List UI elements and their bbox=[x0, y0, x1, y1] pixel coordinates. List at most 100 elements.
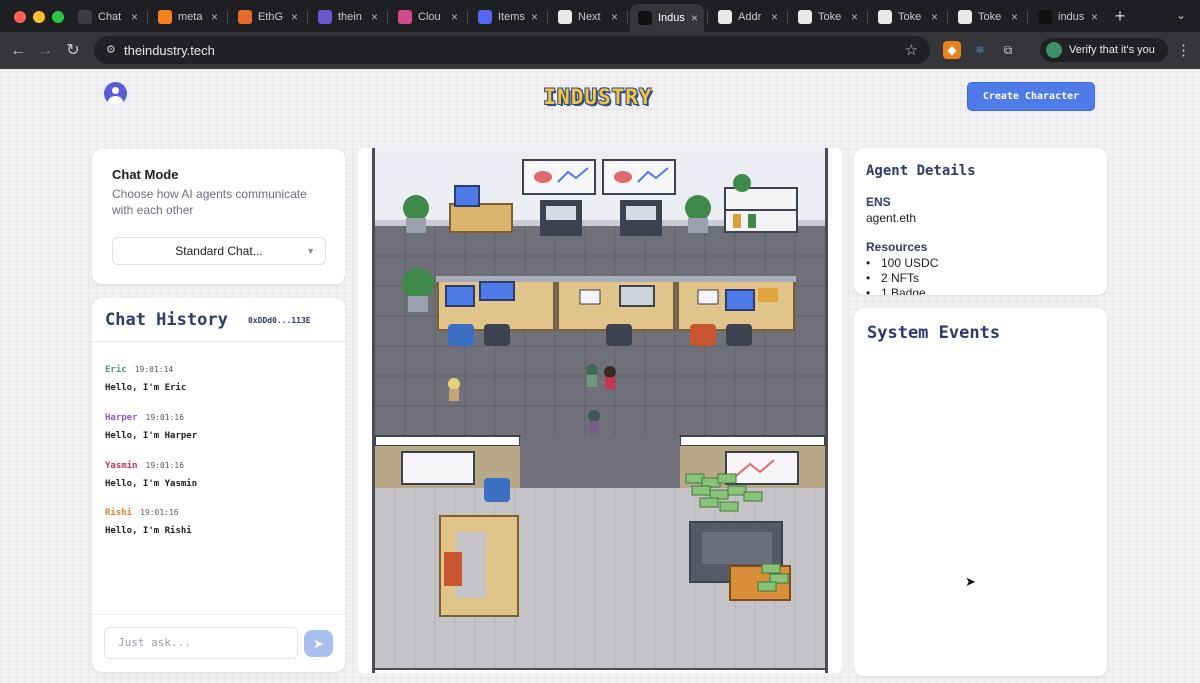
close-tab-icon[interactable]: × bbox=[371, 10, 378, 24]
react-devtools-icon[interactable]: ⚛ bbox=[971, 41, 989, 59]
browser-tab-label: Chat bbox=[98, 11, 122, 23]
wall-chart-board bbox=[602, 159, 676, 195]
close-tab-icon[interactable]: × bbox=[1091, 10, 1098, 24]
verify-profile-chip[interactable]: Verify that it's you bbox=[1040, 38, 1168, 62]
minimize-window-button[interactable] bbox=[33, 11, 45, 23]
openai-icon bbox=[78, 10, 92, 24]
etherscan-icon bbox=[958, 10, 972, 24]
close-tab-icon[interactable]: × bbox=[931, 10, 938, 24]
close-window-button[interactable] bbox=[14, 11, 26, 23]
resource-item: 2 NFTs bbox=[866, 271, 938, 286]
message-sender: Harper bbox=[105, 413, 138, 423]
industry-logo: INDUSTRY bbox=[543, 85, 653, 109]
extensions-puzzle-icon[interactable]: ⧉ bbox=[999, 41, 1017, 59]
mouse-cursor-icon: ➤ bbox=[965, 574, 976, 589]
tab-search-chevron-icon[interactable]: ⌄ bbox=[1176, 8, 1186, 22]
chat-history-card: Chat History 0xDDd0...113E Eric 19:01:14 H… bbox=[92, 298, 345, 672]
chat-input[interactable]: Just ask... bbox=[104, 627, 298, 659]
message-sender: Eric bbox=[105, 365, 127, 375]
close-tab-icon[interactable]: × bbox=[531, 10, 538, 24]
close-tab-icon[interactable]: × bbox=[771, 10, 778, 24]
message-text: Hello, I'm Harper bbox=[105, 431, 198, 441]
tab-separator bbox=[1027, 11, 1028, 25]
tab-separator bbox=[867, 11, 868, 25]
plant bbox=[685, 195, 711, 221]
browser-toolbar: ← → ↻ ⚙ theindustry.tech ☆ ◆ ⚛ ⧉ Verify … bbox=[0, 32, 1200, 69]
browser-tab-label: Toke bbox=[898, 11, 922, 23]
browser-tab-label: Indus bbox=[658, 12, 685, 24]
browser-tab-label: Addr bbox=[738, 11, 762, 23]
etherscan-icon bbox=[718, 10, 732, 24]
address-bar[interactable]: ⚙ theindustry.tech ☆ bbox=[94, 36, 930, 64]
close-tab-icon[interactable]: × bbox=[131, 10, 138, 24]
browser-tab[interactable]: Clou × bbox=[390, 4, 464, 30]
browser-tab[interactable]: meta × bbox=[150, 4, 224, 30]
browser-tab[interactable]: thein × bbox=[310, 4, 384, 30]
game-canvas[interactable] bbox=[358, 148, 842, 673]
close-tab-icon[interactable]: × bbox=[211, 10, 218, 24]
tab-separator bbox=[947, 11, 948, 25]
github-icon bbox=[318, 10, 332, 24]
agent-character[interactable] bbox=[604, 366, 616, 389]
doc-icon bbox=[478, 10, 492, 24]
browser-tab-label: Toke bbox=[818, 11, 842, 23]
plant bbox=[403, 195, 429, 221]
browser-tab[interactable]: Items × bbox=[470, 4, 544, 30]
agent-character[interactable] bbox=[586, 364, 598, 387]
new-tab-button[interactable]: + bbox=[1110, 6, 1130, 26]
browser-tab[interactable]: indus × bbox=[1030, 4, 1104, 30]
chair bbox=[606, 324, 632, 346]
close-tab-icon[interactable]: × bbox=[1011, 10, 1018, 24]
message-text: Hello, I'm Eric bbox=[105, 383, 187, 393]
forward-arrow-icon[interactable]: → bbox=[35, 41, 55, 61]
close-tab-icon[interactable]: × bbox=[291, 10, 298, 24]
browser-tab-label: thein bbox=[338, 11, 362, 23]
browser-tab[interactable]: Addr × bbox=[710, 4, 784, 30]
browser-tab[interactable]: Next × bbox=[550, 4, 624, 30]
chat-mode-select[interactable]: Standard Chat... ▼ bbox=[112, 237, 326, 265]
resources-label: Resources bbox=[866, 240, 928, 254]
user-avatar[interactable] bbox=[104, 82, 127, 105]
browser-tab[interactable]: Toke × bbox=[950, 4, 1024, 30]
tab-separator bbox=[387, 11, 388, 25]
etherscan-icon bbox=[878, 10, 892, 24]
close-tab-icon[interactable]: × bbox=[851, 10, 858, 24]
reload-icon[interactable]: ↻ bbox=[63, 41, 83, 61]
create-character-button[interactable]: Create Character bbox=[967, 82, 1095, 111]
browser-tab-label: indus bbox=[1058, 11, 1085, 23]
metamask-extension-icon[interactable]: ◆ bbox=[943, 41, 961, 59]
chat-history-header: Chat History 0xDDd0...113E bbox=[92, 298, 345, 342]
browser-tab[interactable]: Toke × bbox=[870, 4, 944, 30]
site-settings-icon[interactable]: ⚙ bbox=[106, 43, 120, 57]
tab-separator bbox=[627, 11, 628, 25]
back-arrow-icon[interactable]: ← bbox=[8, 41, 28, 61]
bookmark-star-icon[interactable]: ☆ bbox=[905, 41, 918, 59]
message-time: 19:01:16 bbox=[145, 461, 185, 470]
agent-character[interactable] bbox=[588, 410, 600, 433]
maximize-window-button[interactable] bbox=[52, 11, 64, 23]
browser-tab[interactable]: Indus × bbox=[630, 4, 704, 32]
close-tab-icon[interactable]: × bbox=[451, 10, 458, 24]
chat-mode-title: Chat Mode bbox=[112, 167, 179, 182]
profile-avatar bbox=[1046, 42, 1062, 58]
send-arrow-icon: ➤ bbox=[313, 636, 324, 651]
system-events-card: System Events bbox=[854, 308, 1107, 676]
close-tab-icon[interactable]: × bbox=[611, 10, 618, 24]
browser-tab[interactable]: Toke × bbox=[790, 4, 864, 30]
etherscan-icon bbox=[798, 10, 812, 24]
browser-tab-label: Items bbox=[498, 11, 525, 23]
browser-tab[interactable]: EthG × bbox=[230, 4, 304, 30]
send-button[interactable]: ➤ bbox=[304, 630, 333, 657]
next-icon bbox=[558, 10, 572, 24]
browser-menu-icon[interactable]: ⋮ bbox=[1176, 41, 1191, 59]
wallet-address[interactable]: 0xDDd0...113E bbox=[248, 316, 311, 325]
resource-item: 100 USDC bbox=[866, 256, 938, 271]
agent-details-card: Agent Details ENS agent.eth Resources 10… bbox=[854, 148, 1107, 295]
browser-tab[interactable]: Chat × bbox=[70, 4, 144, 30]
agent-character[interactable] bbox=[448, 378, 460, 401]
browser-tab-label: Clou bbox=[418, 11, 441, 23]
tab-separator bbox=[707, 11, 708, 25]
close-tab-icon[interactable]: × bbox=[691, 11, 698, 25]
url-text: theindustry.tech bbox=[124, 43, 215, 58]
vercel-icon bbox=[1038, 10, 1052, 24]
